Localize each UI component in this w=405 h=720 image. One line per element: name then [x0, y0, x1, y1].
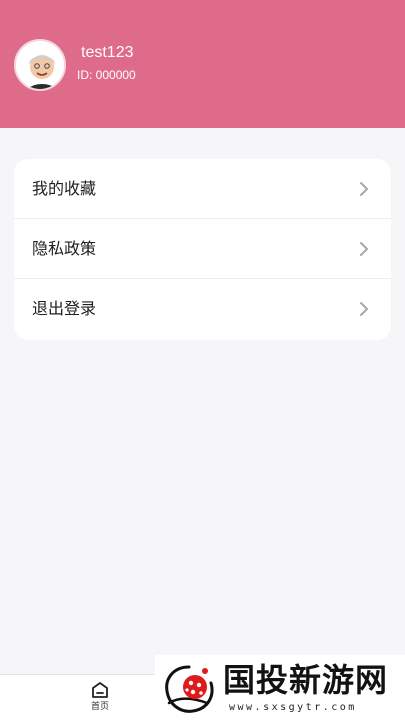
watermark-domain: www.sxsgytr.com — [229, 702, 357, 713]
tab-home-label: 首页 — [90, 702, 109, 712]
chevron-right-icon — [360, 302, 368, 316]
watermark-logo-icon — [165, 665, 214, 713]
home-icon — [92, 682, 108, 698]
menu-item-label: 隐私政策 — [32, 239, 97, 258]
menu-card: 我的收藏 隐私政策 退出登录 — [14, 159, 391, 340]
profile-header: test123 ID: 000000 — [0, 0, 405, 128]
tab-home[interactable]: 首页 — [80, 681, 120, 719]
avatar-image — [16, 41, 64, 89]
profile-screen: test123 ID: 000000 我的收藏 隐私政策 退出登录 首页 国投新… — [0, 0, 405, 720]
menu-item-privacy-policy[interactable]: 隐私政策 — [14, 219, 391, 279]
menu-item-logout[interactable]: 退出登录 — [14, 279, 391, 340]
watermark-title: 国投新游网 — [223, 661, 389, 699]
chevron-right-icon — [360, 182, 368, 196]
menu-item-label: 退出登录 — [32, 299, 97, 318]
menu-item-label: 我的收藏 — [32, 179, 97, 198]
avatar[interactable] — [14, 39, 66, 91]
menu-item-favorites[interactable]: 我的收藏 — [14, 159, 391, 219]
user-id: ID: 000000 — [77, 68, 136, 82]
chevron-right-icon — [360, 242, 368, 256]
site-watermark: 国投新游网 www.sxsgytr.com — [155, 655, 405, 720]
username: test123 — [81, 44, 134, 61]
